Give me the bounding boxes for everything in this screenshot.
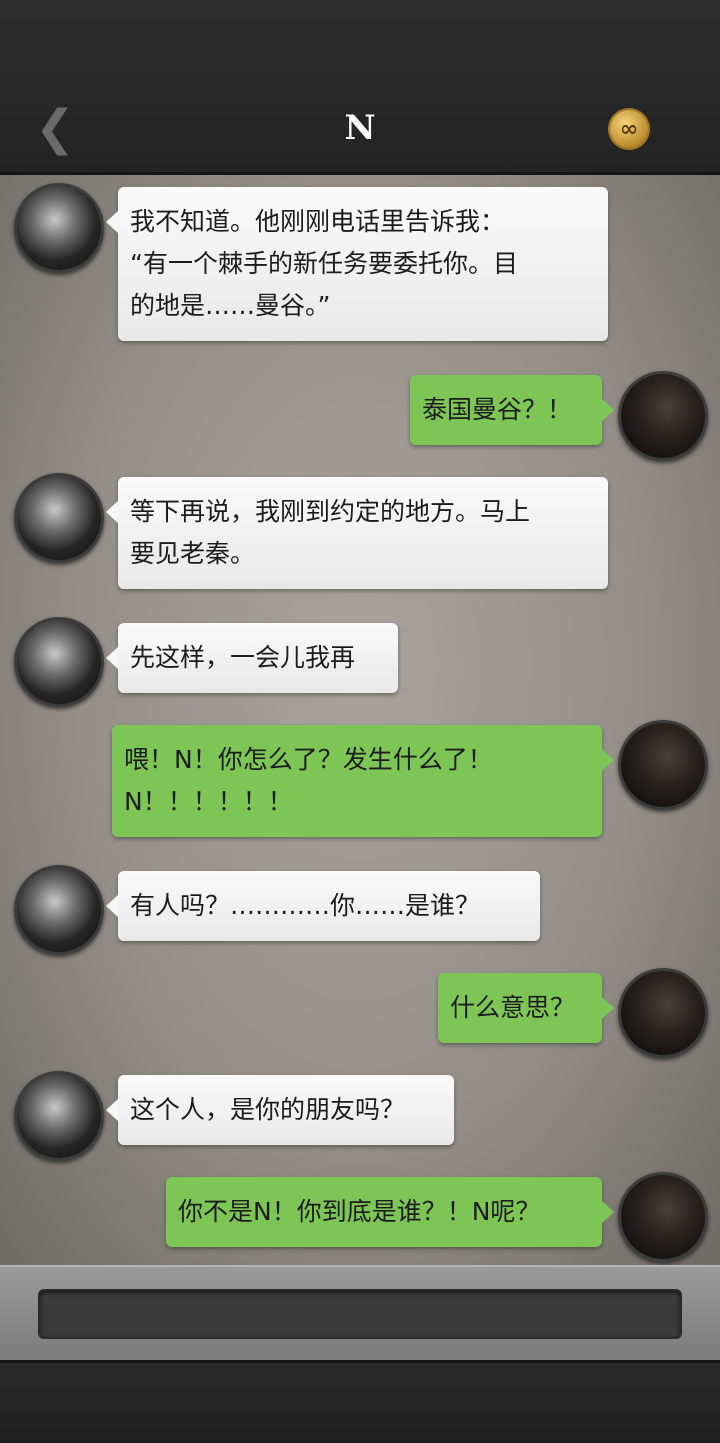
contact-avatar[interactable] [14, 183, 104, 273]
message-text-line: 这个人，是你的朋友吗？ [130, 1095, 406, 1124]
contact-avatar[interactable] [14, 617, 104, 707]
message-bubble-sent: 什么意思？ [438, 973, 614, 1043]
message-input[interactable] [38, 1289, 682, 1339]
message-text-line: 泰国曼谷？！ [422, 395, 573, 424]
user-avatar[interactable] [618, 1172, 708, 1262]
message-text-line: 喂！N！你怎么了？发生什么了！ [124, 745, 493, 774]
message-bubble-sent: 你不是N！你到底是谁？！N呢？ [166, 1177, 614, 1247]
infinity-coin-icon[interactable]: ∞ [610, 110, 648, 148]
message-input-bar [0, 1265, 720, 1362]
message-text-line: “有一个棘手的新任务要委托你。目 [130, 249, 518, 278]
message-bubble-sent: 喂！N！你怎么了？发生什么了！ N！！！！！！ [112, 725, 614, 837]
user-avatar[interactable] [618, 720, 708, 810]
message-text-line: 什么意思？ [450, 993, 576, 1022]
message-text-line: 的地是……曼谷。” [130, 291, 331, 320]
message-text-line: 我不知道。他刚刚电话里告诉我： [130, 207, 506, 236]
message-bubble-received: 这个人，是你的朋友吗？ [106, 1075, 454, 1145]
message-text-line: 你不是N！你到底是谁？！N呢？ [178, 1197, 541, 1226]
chat-area[interactable]: 我不知道。他刚刚电话里告诉我： “有一个棘手的新任务要委托你。目 的地是……曼谷… [0, 175, 720, 1265]
message-text-line: N！！！！！！ [124, 787, 293, 816]
bottom-bar [0, 1360, 720, 1443]
message-bubble-sent: 泰国曼谷？！ [410, 375, 614, 445]
message-text-line: 有人吗？…………你……是谁？ [130, 891, 481, 920]
message-text-line: 要见老秦。 [130, 539, 256, 568]
top-navigation-bar: ❮ N ∞ [0, 0, 720, 175]
contact-avatar[interactable] [14, 865, 104, 955]
contact-avatar[interactable] [14, 1071, 104, 1161]
coin-glyph: ∞ [619, 116, 639, 142]
message-bubble-received: 有人吗？…………你……是谁？ [106, 871, 540, 941]
message-text-line: 等下再说，我刚到约定的地方。马上 [130, 497, 531, 526]
user-avatar[interactable] [618, 371, 708, 461]
user-avatar[interactable] [618, 968, 708, 1058]
message-bubble-received: 我不知道。他刚刚电话里告诉我： “有一个棘手的新任务要委托你。目 的地是……曼谷… [106, 187, 608, 341]
contact-avatar[interactable] [14, 473, 104, 563]
message-text-line: 先这样，一会儿我再 [130, 643, 356, 672]
message-bubble-received: 等下再说，我刚到约定的地方。马上 要见老秦。 [106, 477, 608, 589]
message-bubble-received: 先这样，一会儿我再 [106, 623, 398, 693]
